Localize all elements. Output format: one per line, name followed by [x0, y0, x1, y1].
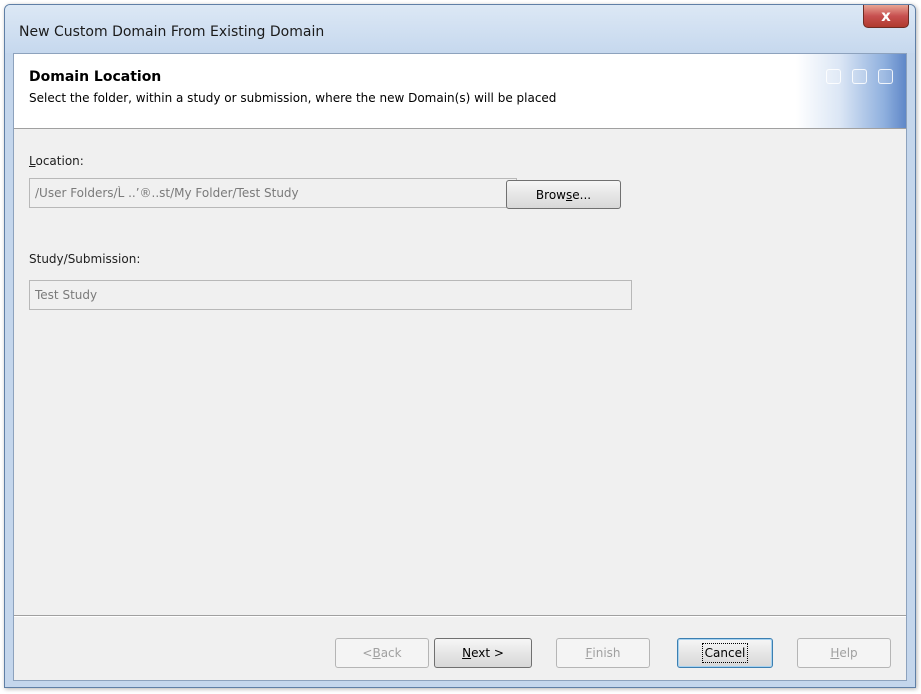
footer-divider	[14, 615, 906, 617]
location-field[interactable]: /User Folders/L̀ ..’®..st/My Folder/Test…	[29, 178, 517, 208]
title-bar[interactable]: New Custom Domain From Existing Domain x	[5, 5, 915, 53]
close-icon: x	[881, 7, 891, 25]
page-title: Domain Location	[29, 69, 162, 85]
study-label: Study/Submission:	[29, 252, 141, 266]
study-field[interactable]: Test Study	[29, 280, 632, 310]
location-label: Location:	[29, 154, 84, 168]
page-subtitle: Select the folder, within a study or sub…	[29, 91, 557, 105]
next-button[interactable]: Next >	[434, 638, 532, 668]
cancel-button[interactable]: Cancel	[677, 638, 773, 668]
back-button[interactable]: < Back	[335, 638, 429, 668]
header-decoration-icon	[796, 54, 906, 128]
window-title: New Custom Domain From Existing Domain	[19, 24, 325, 40]
dialog-window: New Custom Domain From Existing Domain x…	[4, 4, 916, 688]
dialog-client-area: Domain Location Select the folder, withi…	[13, 53, 907, 681]
finish-button[interactable]: Finish	[556, 638, 650, 668]
wizard-header: Domain Location Select the folder, withi…	[14, 54, 906, 129]
close-button[interactable]: x	[863, 5, 909, 28]
browse-button[interactable]: Brow s e...	[506, 180, 621, 209]
help-button[interactable]: Help	[797, 638, 891, 668]
